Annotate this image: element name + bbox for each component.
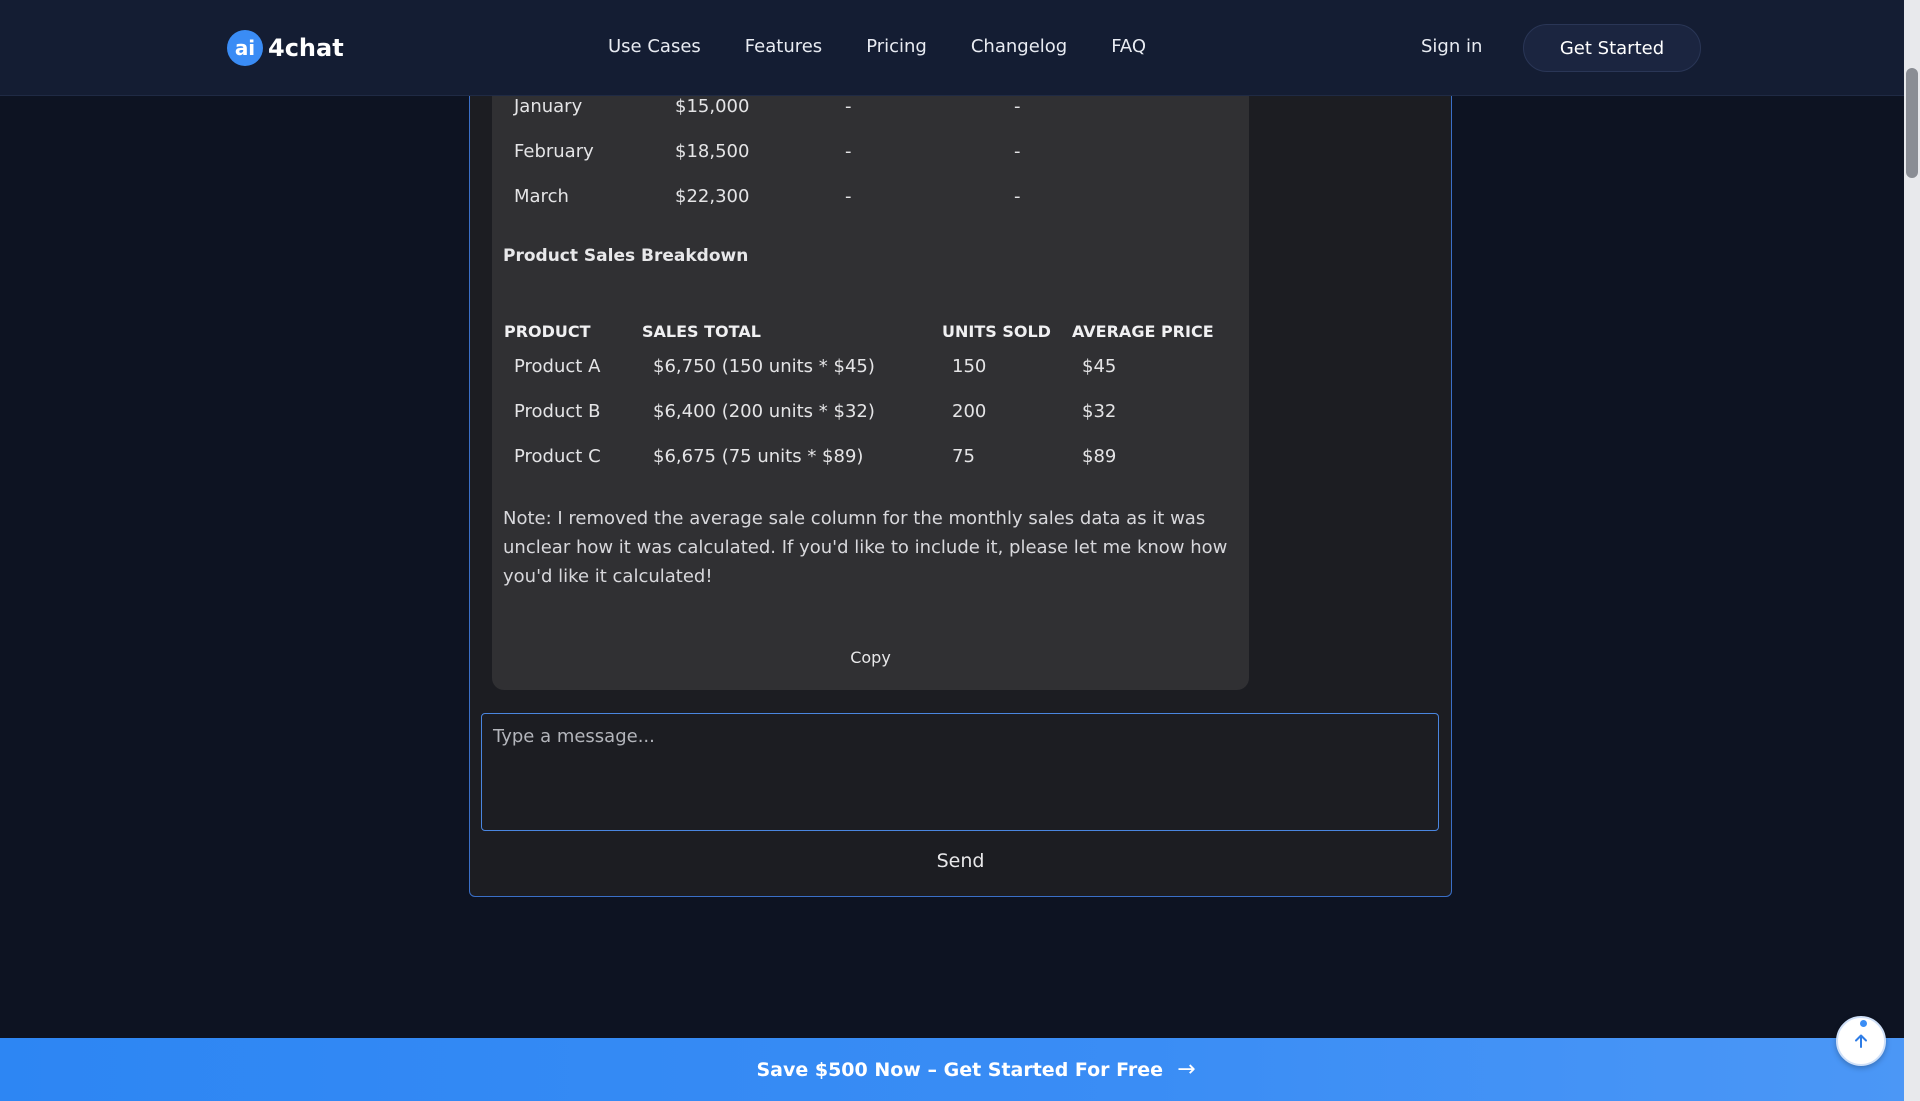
product-cell: Product B [514, 401, 601, 422]
sales-total-cell: $15,000 [675, 96, 750, 117]
logo-text: 4chat [268, 34, 344, 62]
response-note: Note: I removed the average sale column … [503, 508, 1228, 587]
send-button[interactable]: Send [469, 850, 1452, 872]
section-heading: Product Sales Breakdown [503, 246, 749, 266]
avg-price-cell: $89 [1082, 446, 1117, 467]
month-cell: January [514, 96, 583, 117]
copy-button[interactable]: Copy [492, 648, 1249, 667]
promo-banner-text: Save $500 Now – Get Started For Free [756, 1058, 1164, 1081]
empty-cell: - [1014, 186, 1021, 207]
month-cell: February [514, 141, 594, 162]
table-row: Product B $6,400 (200 units * $32) 200 $… [492, 401, 1232, 425]
progress-dot [1860, 1020, 1867, 1027]
product-cell: Product C [514, 446, 601, 467]
top-navbar: ai 4chat Use Cases Features Pricing Chan… [0, 0, 1904, 96]
nav-link-changelog[interactable]: Changelog [971, 36, 1067, 57]
sales-total-cell: $18,500 [675, 141, 750, 162]
product-cell: Product A [514, 356, 601, 377]
units-cell: 150 [952, 356, 987, 377]
table-row: Product A $6,750 (150 units * $45) 150 $… [492, 356, 1232, 380]
month-cell: March [514, 186, 569, 207]
sales-total-cell: $22,300 [675, 186, 750, 207]
column-header-average-price: AVERAGE PRICE [1072, 322, 1214, 341]
sales-total-cell: $6,675 (75 units * $89) [653, 446, 864, 467]
arrow-up-icon [1855, 1034, 1867, 1048]
monthly-row: January $15,000 - - [514, 96, 1214, 120]
sign-in-link[interactable]: Sign in [1421, 36, 1482, 57]
sales-total-cell: $6,400 (200 units * $32) [653, 401, 875, 422]
avg-price-cell: $45 [1082, 356, 1117, 377]
nav-link-pricing[interactable]: Pricing [866, 36, 927, 57]
empty-cell: - [1014, 141, 1021, 162]
monthly-row: March $22,300 - - [514, 186, 1214, 210]
promo-banner[interactable]: Save $500 Now – Get Started For Free → [0, 1038, 1904, 1101]
sales-total-cell: $6,750 (150 units * $45) [653, 356, 875, 377]
monthly-row: February $18,500 - - [514, 141, 1214, 165]
column-header-units-sold: UNITS SOLD [942, 322, 1051, 341]
arrow-right-icon: → [1177, 1057, 1196, 1082]
empty-cell: - [1014, 96, 1021, 117]
assistant-response-card: January $15,000 - - February $18,500 - -… [492, 60, 1249, 690]
message-input[interactable] [481, 713, 1439, 831]
get-started-button[interactable]: Get Started [1523, 24, 1701, 72]
units-cell: 200 [952, 401, 987, 422]
empty-cell: - [845, 141, 852, 162]
nav-link-use-cases[interactable]: Use Cases [608, 36, 701, 57]
units-cell: 75 [952, 446, 975, 467]
column-header-product: PRODUCT [504, 322, 591, 341]
empty-cell: - [845, 186, 852, 207]
avg-price-cell: $32 [1082, 401, 1117, 422]
logo-badge: ai [227, 30, 263, 66]
column-header-sales-total: SALES TOTAL [642, 322, 761, 341]
nav-links: Use Cases Features Pricing Changelog FAQ [608, 36, 1190, 57]
empty-cell: - [845, 96, 852, 117]
scroll-to-top-button[interactable] [1836, 1016, 1886, 1066]
nav-link-faq[interactable]: FAQ [1111, 36, 1146, 57]
scrollbar-thumb[interactable] [1906, 68, 1918, 178]
logo[interactable]: ai 4chat [227, 30, 344, 66]
nav-link-features[interactable]: Features [745, 36, 822, 57]
table-row: Product C $6,675 (75 units * $89) 75 $89 [492, 446, 1232, 470]
